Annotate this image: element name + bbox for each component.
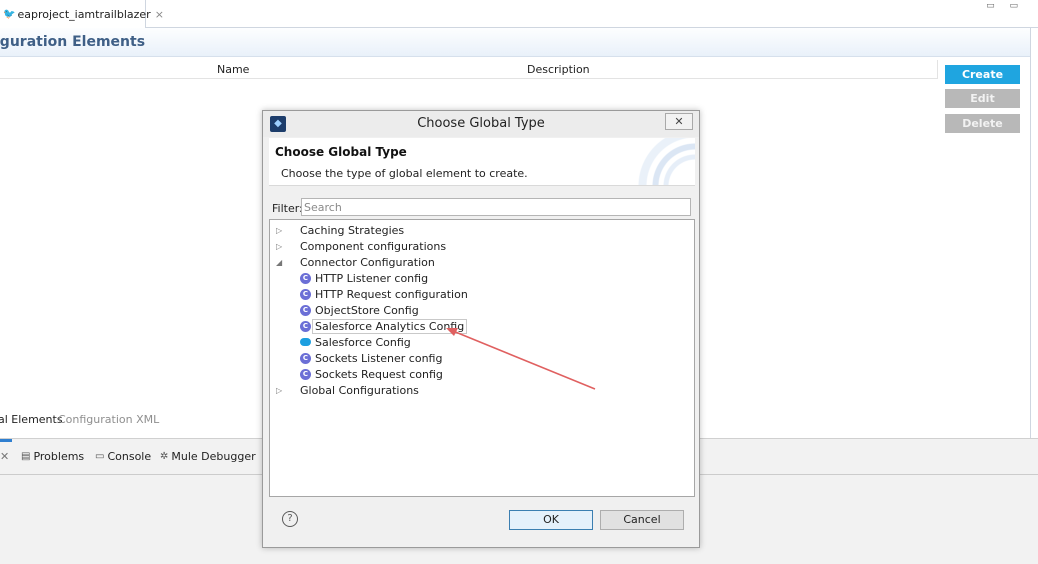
- mule-project-icon: 🐦: [3, 8, 16, 20]
- edit-button[interactable]: Edit: [945, 89, 1020, 108]
- editor-tab-title: eaproject_iamtrailblazer: [17, 7, 151, 21]
- tab-global-elements[interactable]: al Elements: [0, 413, 63, 426]
- connector-icon: C: [300, 352, 311, 364]
- tree-item-sockets-listener-config[interactable]: C Sockets Listener config: [300, 350, 442, 366]
- tree-item-component-configurations[interactable]: ▷ Component configurations: [276, 238, 446, 254]
- tree-item-label: HTTP Request configuration: [315, 287, 468, 301]
- salesforce-cloud-icon: [300, 338, 311, 346]
- ok-button[interactable]: OK: [509, 510, 593, 530]
- tree-item-salesforce-config[interactable]: Salesforce Config: [300, 334, 411, 350]
- tab-label: Problems: [33, 450, 85, 463]
- delete-button[interactable]: Delete: [945, 114, 1020, 133]
- close-icon[interactable]: ×: [155, 8, 164, 21]
- tab-console[interactable]: ▭ Console: [95, 450, 151, 463]
- tab-problems[interactable]: ▤ Problems: [21, 450, 84, 463]
- tree-item-global-configurations[interactable]: ▷ Global Configurations: [276, 382, 419, 398]
- banner-title: Choose Global Type: [275, 145, 407, 159]
- tree-item-http-listener-config[interactable]: C HTTP Listener config: [300, 270, 428, 286]
- tab-label: Console: [107, 450, 152, 463]
- banner-description: Choose the type of global element to cre…: [281, 167, 528, 180]
- connector-icon: C: [300, 320, 311, 332]
- tree-item-label: Caching Strategies: [300, 223, 405, 237]
- window-controls[interactable]: ▭ ▭: [986, 1, 1024, 11]
- editor-tab-strip: 🐦 eaproject_iamtrailblazer × ▭ ▭: [0, 0, 1038, 28]
- connector-icon: C: [300, 272, 311, 284]
- section-title: iguration Elements: [0, 34, 146, 50]
- dialog-titlebar: ◆ Choose Global Type ✕: [263, 111, 699, 137]
- tree-item-caching-strategies[interactable]: ▷ Caching Strategies: [276, 222, 404, 238]
- column-header-description[interactable]: Description: [527, 63, 590, 76]
- editor-border: [1030, 28, 1031, 438]
- tree-item-objectstore-config[interactable]: C ObjectStore Config: [300, 302, 419, 318]
- table-header: Name Description: [0, 60, 937, 79]
- help-icon[interactable]: ?: [282, 511, 298, 527]
- choose-global-type-dialog: ◆ Choose Global Type ✕ Choose Global Typ…: [262, 110, 700, 548]
- console-icon: ▭: [95, 451, 105, 462]
- tree-item-label: Global Configurations: [300, 383, 419, 397]
- cancel-button[interactable]: Cancel: [600, 510, 684, 530]
- close-button[interactable]: ✕: [665, 113, 693, 130]
- debugger-icon: ✲: [160, 451, 169, 462]
- tree-item-label: Component configurations: [300, 239, 447, 253]
- global-type-tree[interactable]: ▷ Caching Strategies ▷ Component configu…: [269, 219, 695, 497]
- column-separator: [937, 60, 938, 79]
- banner-decoration: [635, 138, 695, 185]
- tree-item-salesforce-analytics-config[interactable]: C Salesforce Analytics Config: [300, 318, 468, 334]
- tree-item-label: Salesforce Config: [315, 335, 411, 349]
- tree-item-label: ObjectStore Config: [315, 303, 419, 317]
- tree-item-sockets-request-config[interactable]: C Sockets Request config: [300, 366, 443, 382]
- tab-configuration-xml[interactable]: Configuration XML: [58, 413, 159, 426]
- expand-icon[interactable]: ▷: [276, 242, 282, 251]
- tree-item-label: Sockets Request config: [315, 367, 443, 381]
- filter-label: Filter:: [272, 202, 303, 215]
- tree-item-label: Connector Configuration: [300, 255, 435, 269]
- tab-label: Mule Debugger: [171, 450, 256, 463]
- column-header-name[interactable]: Name: [217, 63, 249, 76]
- collapse-icon[interactable]: ◢: [276, 258, 282, 267]
- editor-tab[interactable]: 🐦 eaproject_iamtrailblazer ×: [0, 0, 164, 28]
- dialog-banner: Choose Global Type Choose the type of gl…: [269, 138, 695, 186]
- dialog-title: Choose Global Type: [417, 116, 545, 131]
- connector-icon: C: [300, 288, 311, 300]
- problems-icon: ▤: [21, 451, 31, 462]
- tab-mule-debugger[interactable]: ✲ Mule Debugger: [160, 450, 256, 463]
- tree-item-connector-configuration[interactable]: ◢ Connector Configuration: [276, 254, 435, 270]
- connector-icon: C: [300, 368, 311, 380]
- connector-icon: C: [300, 304, 311, 316]
- tree-item-label: Sockets Listener config: [315, 351, 443, 365]
- filter-input[interactable]: [301, 198, 691, 216]
- tree-item-label: HTTP Listener config: [315, 271, 429, 285]
- section-header: iguration Elements: [0, 28, 1030, 57]
- expand-icon[interactable]: ▷: [276, 226, 282, 235]
- tree-item-http-request-configuration[interactable]: C HTTP Request configuration: [300, 286, 468, 302]
- active-tab-indicator: [0, 439, 12, 442]
- close-icon[interactable]: ✕: [0, 450, 9, 463]
- tree-item-label: Salesforce Analytics Config: [312, 318, 468, 334]
- expand-icon[interactable]: ▷: [276, 386, 282, 395]
- create-button[interactable]: Create: [945, 65, 1020, 84]
